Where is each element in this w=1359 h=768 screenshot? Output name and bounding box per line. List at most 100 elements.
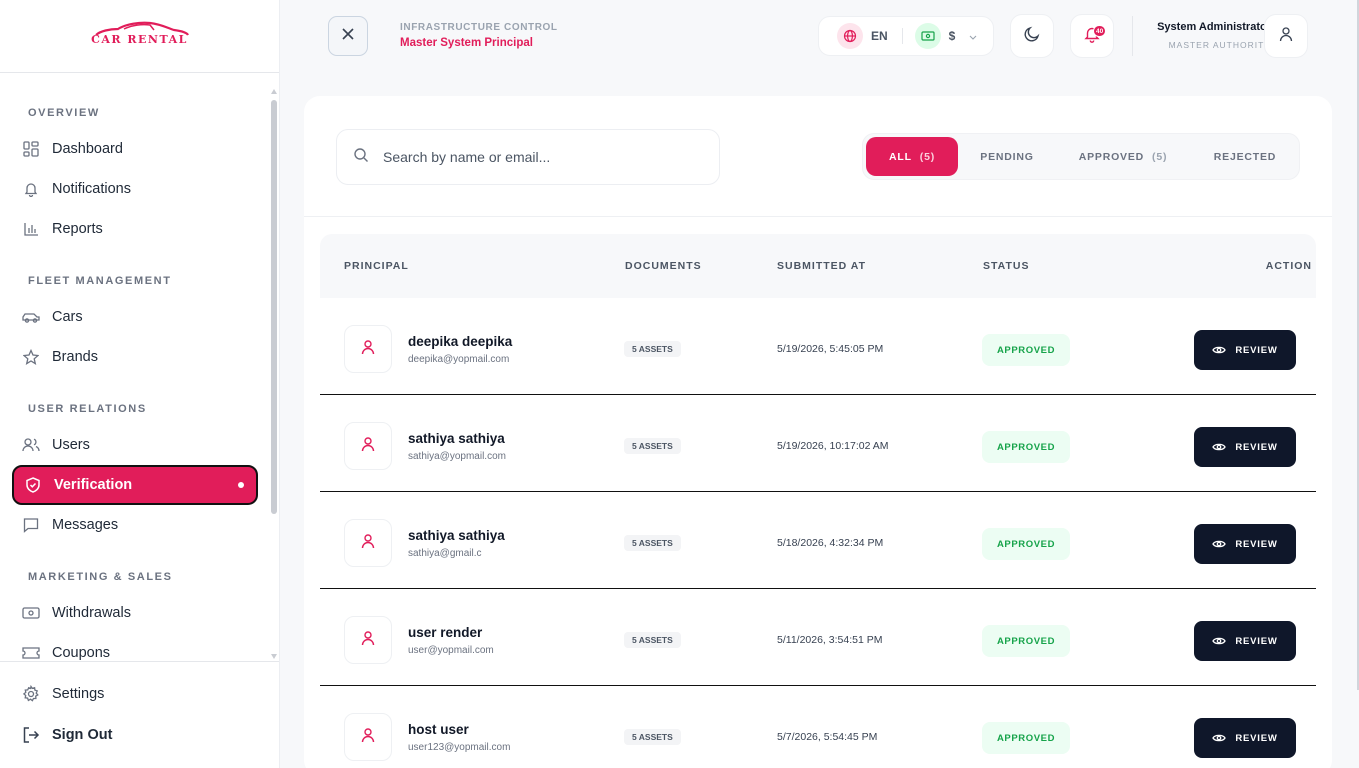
currency-selector[interactable]: $ [949,29,956,43]
scroll-down-arrow[interactable] [271,654,277,659]
sidebar-item-label: Notifications [52,181,131,197]
language-selector[interactable]: EN [871,29,888,43]
sidebar-item-label: Verification [54,477,133,493]
principal-email: deepika@yopmail.com [408,354,510,365]
principal-name: sathiya sathiya [408,431,505,446]
tab-label: REJECTED [1213,150,1277,163]
globe-icon [837,23,863,49]
gear-icon [22,685,40,703]
column-documents: DOCUMENTS [625,260,702,272]
chevron-down-icon[interactable] [969,27,977,45]
brand-name: CAR RENTAL [91,33,188,46]
verification-panel: ALL (5) PENDING APPROVED (5) REJECTED PRIN… [304,96,1332,768]
tab-label: ALL [888,150,912,163]
review-label: REVIEW [1235,635,1278,647]
search-input[interactable] [383,149,683,165]
message-icon [22,516,40,534]
sidebar-item-label: Messages [52,517,119,533]
sidebar-item-dashboard[interactable]: Dashboard [12,129,258,169]
principal-email: sathiya@gmail.c [408,548,482,559]
dashboard-icon [22,140,40,158]
section-user-relations: USER RELATIONS [28,403,147,415]
review-button[interactable]: REVIEW [1194,718,1296,758]
documents-badge: 5 ASSETS [624,632,681,648]
review-label: REVIEW [1235,441,1278,453]
review-button[interactable]: REVIEW [1194,427,1296,467]
sidebar-item-label: Dashboard [52,141,123,157]
sidebar-item-users[interactable]: Users [12,425,258,465]
sidebar-item-label: Cars [52,309,83,325]
verification-table: PRINCIPAL DOCUMENTS SUBMITTED AT STATUS … [320,234,1316,768]
user-icon [360,533,376,554]
search-icon [353,147,369,168]
status-badge: APPROVED [982,431,1070,463]
brand-logo[interactable]: CAR RENTAL [80,21,200,51]
sidebar-item-label: Brands [52,349,98,365]
table-row: host user user123@yopmail.com 5 ASSETS 5/7/… [320,686,1316,768]
money-icon [914,23,941,49]
submitted-at: 5/19/2026, 10:17:02 AM [777,440,889,452]
sidebar-item-verification[interactable]: Verification [12,465,258,505]
sidebar-item-brands[interactable]: Brands [12,337,258,377]
sidebar-item-messages[interactable]: Messages [12,505,258,545]
section-fleet-management: FLEET MANAGEMENT [28,275,172,287]
documents-badge: 5 ASSETS [624,535,681,551]
sidebar-item-label: Settings [52,686,105,702]
sign-out-icon [22,726,40,744]
sidebar-item-withdrawals[interactable]: Withdrawals [12,593,258,633]
tab-approved[interactable]: APPROVED (5) [1063,137,1183,176]
header-subtitle: Master System Principal [400,37,533,49]
table-header: PRINCIPAL DOCUMENTS SUBMITTED AT STATUS … [320,234,1316,298]
ticket-icon [22,644,40,660]
submitted-at: 5/7/2026, 5:54:45 PM [777,731,878,743]
notification-count-badge: 40 [1093,25,1107,37]
user-avatar [344,519,392,567]
review-button[interactable]: REVIEW [1194,524,1296,564]
divider [901,28,903,44]
principal-email: sathiya@yopmail.com [408,451,506,462]
review-label: REVIEW [1235,732,1278,744]
user-icon [360,630,376,651]
tab-rejected[interactable]: REJECTED [1195,137,1295,176]
table-row: sathiya sathiya sathiya@yopmail.com 5 ASSE… [320,395,1316,492]
user-avatar [344,422,392,470]
user-icon [360,436,376,457]
profile-button[interactable] [1264,14,1308,58]
tab-label: APPROVED [1078,150,1145,163]
review-button[interactable]: REVIEW [1194,621,1296,661]
close-sidebar-button[interactable] [328,16,368,56]
shield-check-icon [24,476,42,494]
close-icon [341,27,355,46]
status-badge: APPROVED [982,528,1070,560]
theme-toggle-button[interactable] [1010,14,1054,58]
user-avatar [344,325,392,373]
sidebar-item-notifications[interactable]: Notifications [12,169,258,209]
tab-count: (5) [919,150,936,163]
car-icon [22,308,40,326]
sidebar-item-cars[interactable]: Cars [12,297,258,337]
review-label: REVIEW [1235,538,1278,550]
tab-all[interactable]: ALL (5) [866,137,958,176]
eye-icon [1212,636,1227,646]
submitted-at: 5/19/2026, 5:45:05 PM [777,343,884,355]
divider [1132,16,1133,56]
sidebar-item-coupons[interactable]: Coupons [12,633,258,660]
header-kicker: INFRASTRUCTURE CONTROL [400,22,558,33]
sidebar-item-reports[interactable]: Reports [12,209,258,249]
scroll-up-arrow[interactable] [271,89,277,94]
search-box[interactable] [336,129,720,185]
sidebar-scrollbar[interactable] [271,100,277,514]
sign-out-button[interactable]: Sign Out [12,715,258,755]
user-icon [1278,26,1294,47]
admin-name: System Administrator [1157,21,1271,33]
eye-icon [1212,442,1227,452]
sidebar-item-settings[interactable]: Settings [12,674,258,714]
top-header: INFRASTRUCTURE CONTROL Master System Pri… [280,0,1359,72]
column-principal: PRINCIPAL [344,260,409,272]
notifications-button[interactable]: 40 [1070,14,1114,58]
users-icon [22,436,40,454]
review-button[interactable]: REVIEW [1194,330,1296,370]
admin-role: MASTER AUTHORITY [1168,40,1271,50]
user-icon [360,339,376,360]
tab-pending[interactable]: PENDING [963,137,1051,176]
